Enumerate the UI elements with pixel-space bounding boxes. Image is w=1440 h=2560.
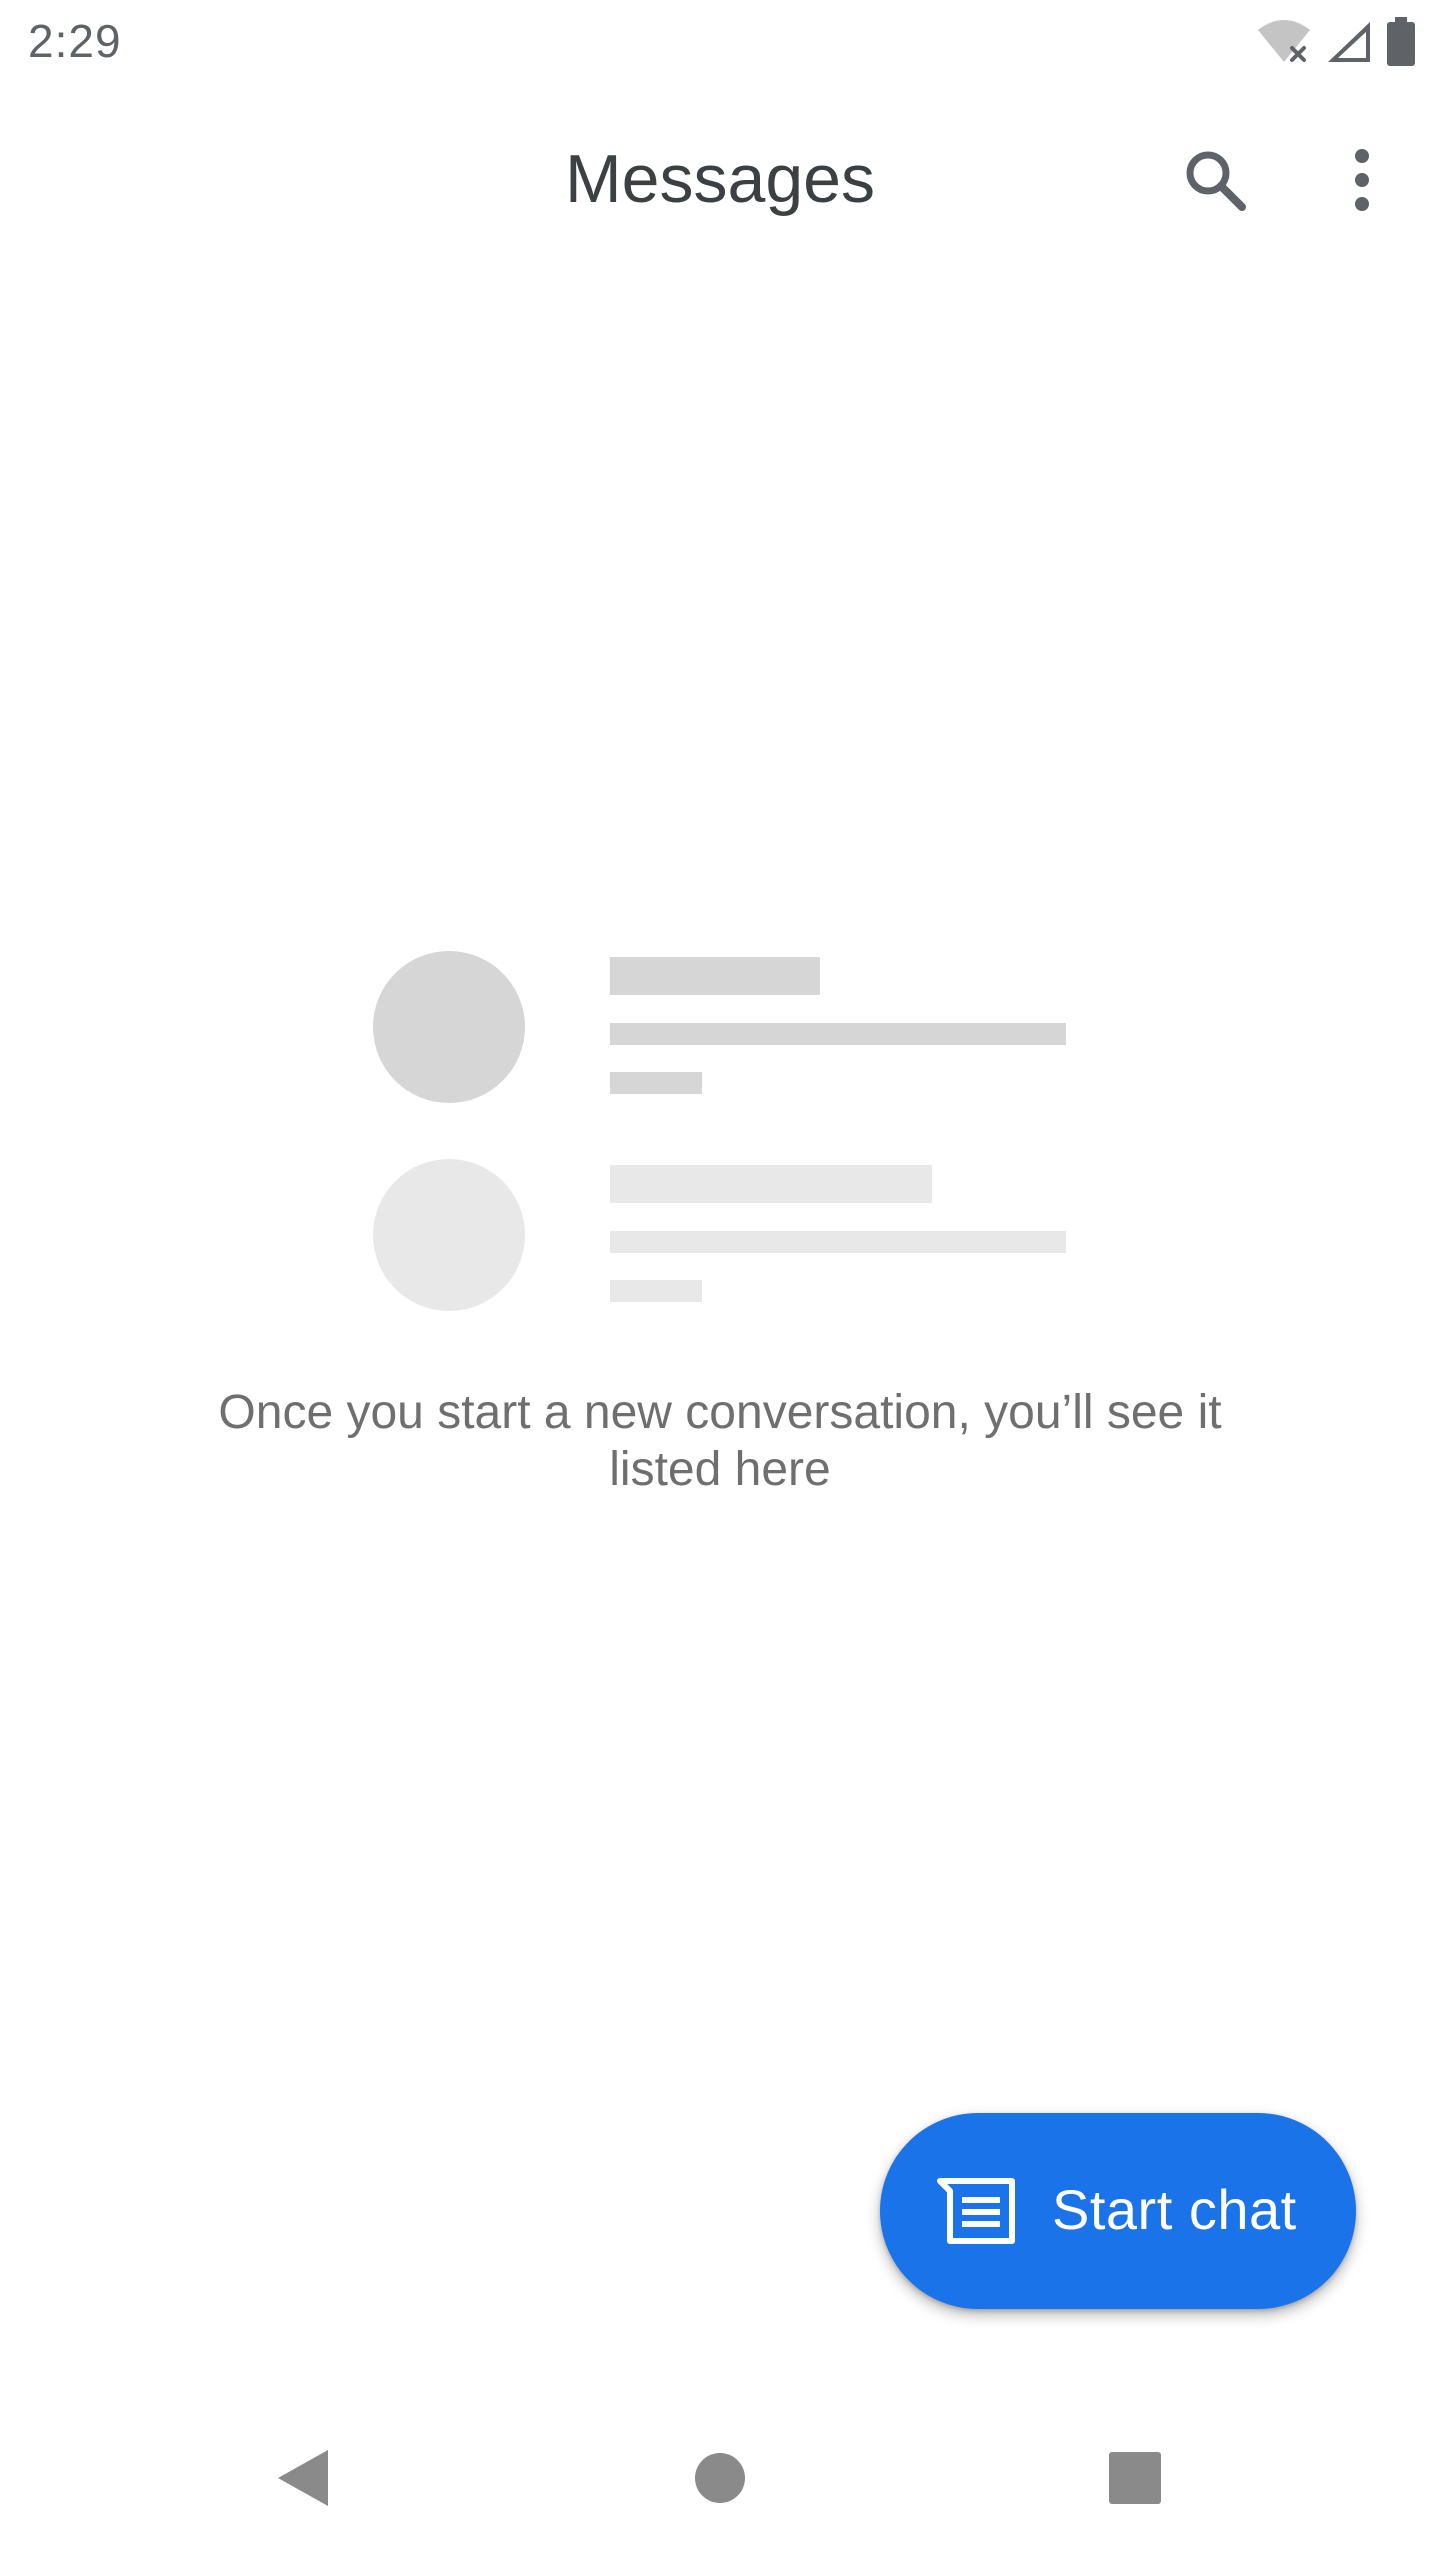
- search-button[interactable]: [1155, 122, 1275, 242]
- start-chat-button[interactable]: Start chat: [880, 2113, 1356, 2309]
- placeholder-time-bar: [610, 1072, 702, 1094]
- chat-icon: [936, 2177, 1016, 2245]
- placeholder-message-bar: [610, 1231, 1066, 1253]
- placeholder-time-bar: [610, 1280, 702, 1302]
- placeholder-name-bar: [610, 957, 820, 995]
- placeholder-name-bar: [610, 1165, 932, 1203]
- recents-icon: [1108, 2451, 1162, 2510]
- placeholder-conversation-row: [370, 948, 1070, 1103]
- app-bar: Messages: [0, 84, 1440, 284]
- system-navigation-bar: [0, 2400, 1440, 2560]
- empty-state-illustration: [370, 948, 1070, 1311]
- start-chat-label: Start chat: [1052, 2178, 1297, 2241]
- battery-icon: [1386, 16, 1416, 72]
- search-icon: [1182, 147, 1248, 218]
- placeholder-avatar: [373, 951, 525, 1103]
- placeholder-message-bar: [610, 1023, 1066, 1045]
- back-icon: [276, 2448, 330, 2513]
- more-vert-icon: [1352, 148, 1372, 217]
- more-options-button[interactable]: [1302, 122, 1422, 242]
- wifi-off-icon: [1256, 18, 1312, 71]
- placeholder-avatar: [373, 1159, 525, 1311]
- back-button[interactable]: [243, 2420, 363, 2540]
- status-bar: 2:29: [0, 0, 1440, 84]
- home-button[interactable]: [660, 2420, 780, 2540]
- recents-button[interactable]: [1075, 2420, 1195, 2540]
- cell-signal-icon: [1326, 18, 1372, 71]
- status-time: 2:29: [28, 15, 122, 67]
- home-icon: [693, 2451, 747, 2510]
- empty-state-message: Once you start a new conversation, you’l…: [218, 1386, 1222, 1496]
- placeholder-conversation-row: [370, 1156, 1070, 1311]
- messages-screen: 2:29 Messages Once you start a new conve…: [0, 0, 1440, 2560]
- status-icons: [1256, 16, 1416, 72]
